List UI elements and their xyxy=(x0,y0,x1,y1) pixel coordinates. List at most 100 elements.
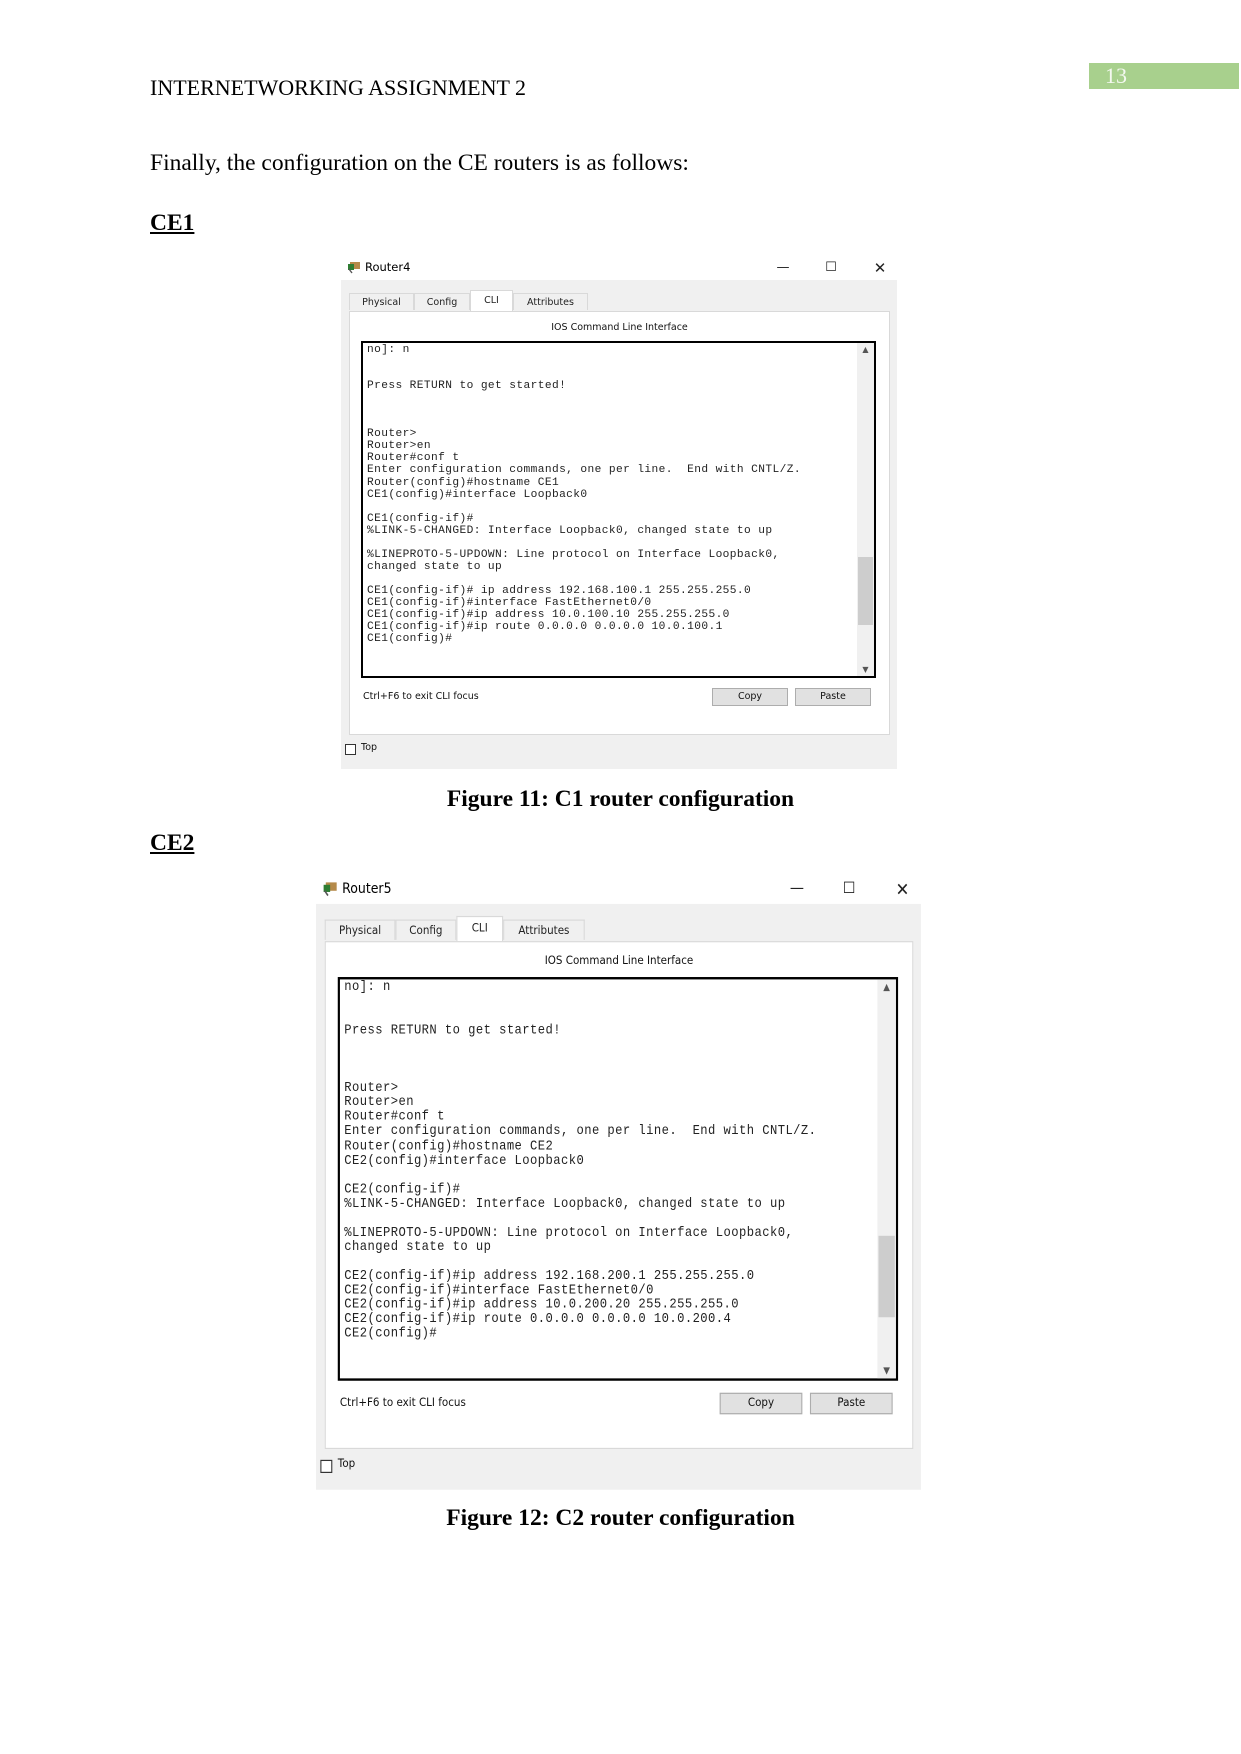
figure-caption: Figure 12: C2 router configuration xyxy=(446,1505,795,1531)
window-title: Router5 xyxy=(342,879,392,897)
close-icon[interactable]: ✕ xyxy=(870,258,890,278)
terminal-line: CE1(config)# xyxy=(367,633,453,646)
terminal-line: CE1(config)#interface Loopback0 xyxy=(367,488,588,501)
paste-button[interactable]: Paste xyxy=(809,1392,893,1415)
window-title: Router4 xyxy=(365,260,411,274)
terminal-line: no]: n xyxy=(367,344,410,356)
terminal-line: Router> xyxy=(344,1081,399,1097)
tab-cli[interactable]: CLI xyxy=(470,290,513,311)
copy-button[interactable]: Copy xyxy=(719,1392,803,1415)
scroll-up-icon[interactable]: ▲ xyxy=(857,345,874,354)
terminal-line: changed state to up xyxy=(344,1240,492,1255)
page-number: 13 xyxy=(1089,63,1239,89)
section-heading-ce2: CE2 xyxy=(150,830,195,856)
terminal-line: Router> xyxy=(367,428,417,441)
terminal-line: ​ xyxy=(367,368,801,380)
terminal-line: ​ xyxy=(344,1067,816,1081)
top-checkbox-label: Top xyxy=(337,1457,356,1471)
terminal-line: CE2(config-if)#ip address 192.168.200.1 … xyxy=(344,1269,755,1284)
terminal-line: ​ xyxy=(344,1168,816,1182)
terminal-line: ​ xyxy=(344,1212,816,1226)
terminal-line: CE1(config-if)#interface FastEthernet0/0 xyxy=(367,596,652,609)
terminal-line: ​ xyxy=(367,501,801,513)
panel-heading: IOS Command Line Interface xyxy=(551,322,688,333)
terminal-line: CE2(config-if)#ip route 0.0.0.0 0.0.0.0 … xyxy=(344,1312,732,1327)
terminal-line: ​ xyxy=(367,573,801,585)
maximize-icon[interactable]: ☐ xyxy=(838,878,860,902)
copy-button[interactable]: Copy xyxy=(712,688,788,706)
cli-terminal[interactable]: no]: n​​Press RETURN to get started!​​​R… xyxy=(337,977,899,1381)
title-bar[interactable]: Router4 — ☐ ✕ xyxy=(341,255,897,281)
router-app-icon xyxy=(323,882,337,897)
minimize-icon[interactable]: — xyxy=(786,878,808,902)
terminal-line: CE1(config-if)# xyxy=(367,512,474,525)
terminal-line: CE1(config-if)#ip route 0.0.0.0 0.0.0.0 … xyxy=(367,621,723,634)
terminal-line: Router#conf t xyxy=(344,1110,445,1125)
tab-config[interactable]: Config xyxy=(395,919,457,940)
terminal-line: ​ xyxy=(344,995,816,1009)
scroll-down-icon[interactable]: ▼ xyxy=(877,1365,895,1376)
terminal-line: ​ xyxy=(344,1009,816,1023)
terminal-line: CE2(config)# xyxy=(344,1326,438,1342)
section-heading-ce1: CE1 xyxy=(150,210,195,236)
scrollbar[interactable]: ▲ ▼ xyxy=(877,979,896,1379)
title-bar[interactable]: Router5 — ☐ ✕ xyxy=(316,874,921,906)
window-body: Physical Config CLI Attributes IOS Comma… xyxy=(316,903,921,1490)
maximize-icon[interactable]: ☐ xyxy=(821,258,841,278)
tab-physical[interactable]: Physical xyxy=(349,293,414,310)
top-checkbox-label: Top xyxy=(361,742,378,753)
terminal-line: ​ xyxy=(344,1038,816,1052)
terminal-line: changed state to up xyxy=(367,560,503,573)
terminal-line: Router(config)#hostname CE2 xyxy=(344,1139,554,1154)
figure-caption: Figure 11: C1 router configuration xyxy=(446,786,795,812)
terminal-line: Router>en xyxy=(344,1096,414,1111)
terminal-line: Enter configuration commands, one per li… xyxy=(344,1124,817,1140)
terminal-line: CE1(config-if)#ip address 10.0.100.10 25… xyxy=(367,609,730,622)
terminal-line: ​ xyxy=(367,356,801,368)
terminal-line: Router(config)#hostname CE1 xyxy=(367,476,560,489)
terminal-line: CE2(config-if)#interface FastEthernet0/0 xyxy=(344,1283,654,1299)
terminal-line: CE2(config)#interface Loopback0 xyxy=(344,1153,585,1169)
terminal-line: Router#conf t xyxy=(367,452,460,465)
terminal-line: Router>en xyxy=(367,440,432,453)
terminal-line: ​ xyxy=(344,1255,816,1269)
scroll-up-icon[interactable]: ▲ xyxy=(877,982,895,993)
minimize-icon[interactable]: — xyxy=(773,258,793,278)
terminal-line: ​ xyxy=(367,392,801,404)
terminal-output: no]: n​​Press RETURN to get started!​​​R… xyxy=(344,981,816,1342)
top-checkbox[interactable] xyxy=(320,1459,333,1473)
tab-attributes[interactable]: Attributes xyxy=(503,919,585,940)
scrollbar-thumb[interactable] xyxy=(878,1235,895,1318)
intro-paragraph: Finally, the configuration on the CE rou… xyxy=(150,150,689,176)
cli-focus-hint: Ctrl+F6 to exit CLI focus xyxy=(339,1396,466,1410)
scrollbar-thumb[interactable] xyxy=(858,557,873,625)
terminal-line: Enter configuration commands, one per li… xyxy=(367,464,801,477)
tab-physical[interactable]: Physical xyxy=(324,919,396,940)
tab-cli[interactable]: CLI xyxy=(456,915,504,942)
scrollbar[interactable]: ▲ ▼ xyxy=(857,343,874,676)
window-body: Physical Config CLI Attributes IOS Comma… xyxy=(341,280,897,769)
terminal-output: no]: n​​Press RETURN to get started!​​​R… xyxy=(367,344,801,645)
router-app-icon xyxy=(348,262,360,274)
terminal-line: ​ xyxy=(367,416,801,428)
terminal-line: Press RETURN to get started! xyxy=(367,380,567,393)
top-checkbox[interactable] xyxy=(345,744,356,755)
terminal-line: CE2(config-if)#ip address 10.0.200.20 25… xyxy=(344,1298,740,1313)
cli-terminal[interactable]: no]: n​​Press RETURN to get started!​​​R… xyxy=(361,341,876,678)
cli-panel: IOS Command Line Interface no]: n​​Press… xyxy=(324,941,914,1450)
cli-focus-hint: Ctrl+F6 to exit CLI focus xyxy=(363,691,479,702)
terminal-line: ​ xyxy=(367,404,801,416)
terminal-line: Press RETURN to get started! xyxy=(344,1023,562,1039)
terminal-line: %LINEPROTO-5-UPDOWN: Line protocol on In… xyxy=(344,1225,794,1241)
tab-config[interactable]: Config xyxy=(414,293,470,310)
close-icon[interactable]: ✕ xyxy=(892,878,914,902)
paste-button[interactable]: Paste xyxy=(795,688,871,706)
terminal-line: no]: n xyxy=(344,980,391,995)
terminal-line: %LINEPROTO-5-UPDOWN: Line protocol on In… xyxy=(367,548,780,561)
terminal-line: ​ xyxy=(344,1053,816,1067)
tab-attributes[interactable]: Attributes xyxy=(513,293,588,310)
router4-window: Router4 — ☐ ✕ Physical Config CLI Attrib… xyxy=(341,255,897,769)
running-header: INTERNETWORKING ASSIGNMENT 2 xyxy=(150,75,527,100)
scroll-down-icon[interactable]: ▼ xyxy=(857,665,874,674)
terminal-line: %LINK-5-CHANGED: Interface Loopback0, ch… xyxy=(344,1197,786,1212)
